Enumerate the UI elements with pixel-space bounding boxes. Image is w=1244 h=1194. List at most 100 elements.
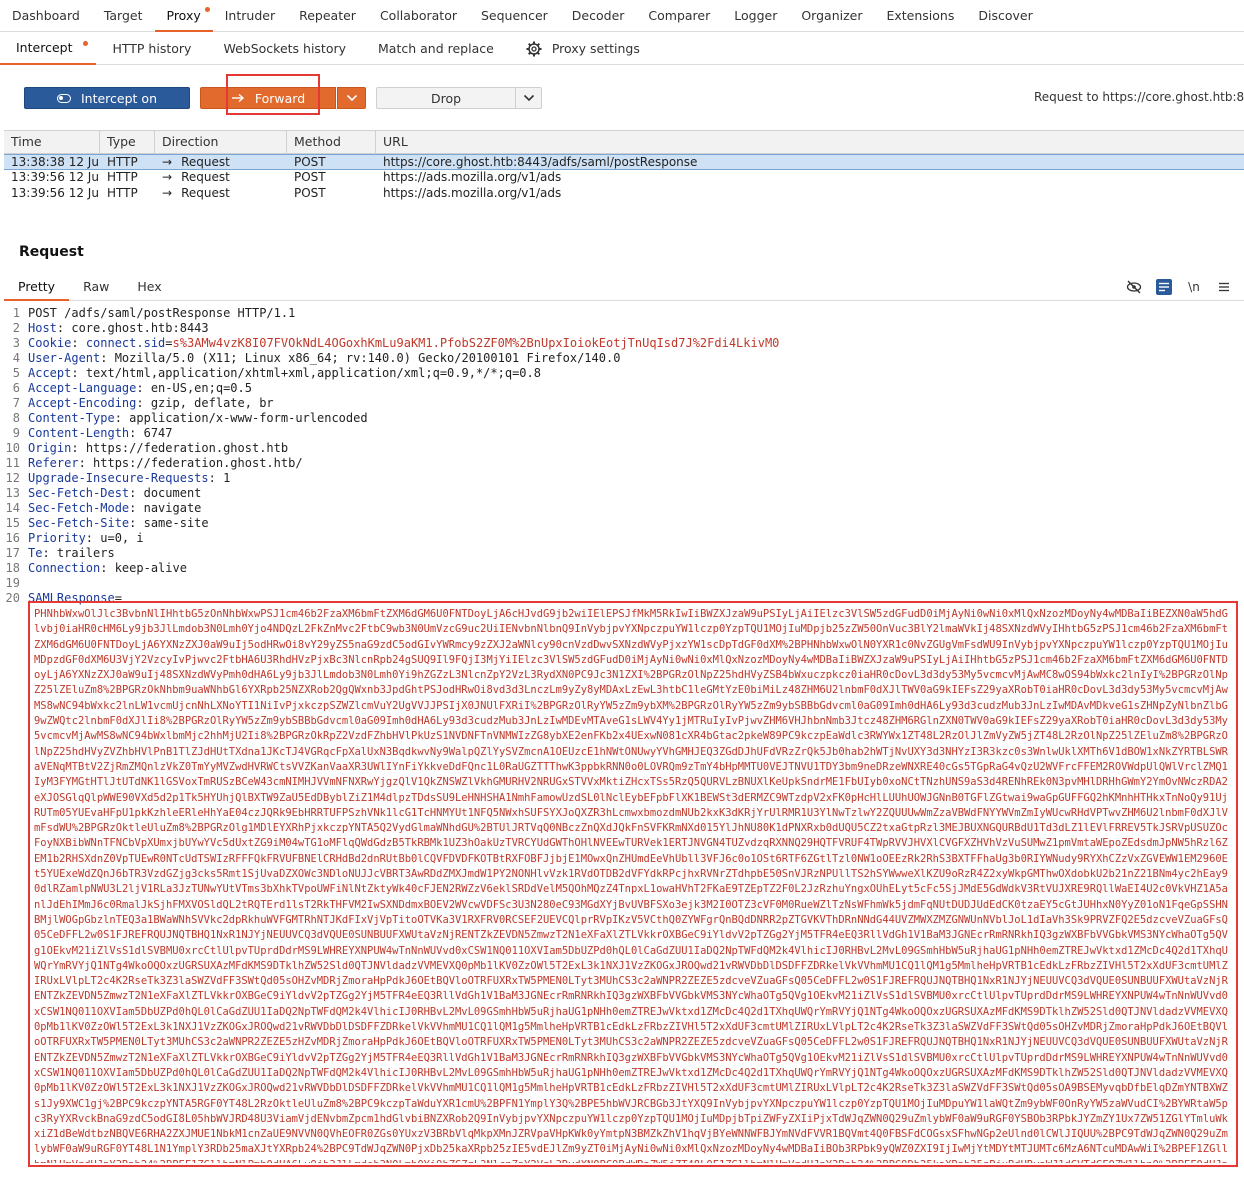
show-newlines-toggle[interactable]: \n [1186, 279, 1202, 295]
tab-discover[interactable]: Discover [966, 0, 1044, 32]
cell-url: https://ads.mozilla.org/v1/ads [383, 170, 562, 184]
tab-proxy-label: Proxy [166, 7, 201, 23]
hide-nonprintable-icon[interactable] [1126, 279, 1142, 295]
header-name: Sec-Fetch-Dest [28, 486, 130, 500]
request-line: POST /adfs/saml/postResponse HTTP/1.1 [28, 306, 296, 320]
tab-proxy[interactable]: Proxy [154, 0, 213, 32]
tab-extensions[interactable]: Extensions [874, 0, 966, 32]
tab-target[interactable]: Target [92, 0, 155, 32]
proxy-sub-tab-bar: Intercept HTTP history WebSockets histor… [0, 33, 1244, 65]
subtab-intercept-activity-dot [83, 40, 89, 46]
line-number: 5 [12, 366, 20, 380]
line-number: 7 [12, 396, 20, 410]
header-line: Upgrade-Insecure-Requests: 1 [28, 471, 231, 485]
cell-direction-label: Request [181, 170, 230, 184]
subtab-match-and-replace[interactable]: Match and replace [362, 33, 510, 65]
column-header-time[interactable]: Time [4, 131, 100, 154]
tab-raw[interactable]: Raw [69, 274, 123, 301]
header-value: en-US,en;q=0.5 [150, 381, 252, 395]
editor-line: 17 Te: trailers [4, 546, 1244, 561]
line-number: 12 [5, 471, 20, 485]
header-line: Origin: https://federation.ghost.htb [28, 441, 289, 455]
tab-organizer[interactable]: Organizer [789, 0, 874, 32]
forward-label: Forward [254, 90, 306, 106]
menu-icon[interactable] [1216, 279, 1232, 295]
cell-type: HTTP [107, 186, 138, 200]
editor-line: 6 Accept-Language: en-US,en;q=0.5 [4, 381, 1244, 396]
header-line: Connection: keep-alive [28, 561, 187, 575]
line-number: 11 [5, 456, 20, 470]
cell-method: POST [294, 186, 326, 200]
header-value: same-site [143, 516, 209, 530]
top-tab-bar: Dashboard Target Proxy Intruder Repeater… [0, 0, 1244, 32]
header-line: Accept: text/html,application/xhtml+xml,… [28, 366, 541, 380]
header-name: Te [28, 546, 43, 560]
header-line: Content-Type: application/x-www-form-url… [28, 411, 368, 425]
column-header-direction[interactable]: Direction [155, 131, 287, 154]
word-wrap-toggle[interactable] [1156, 279, 1172, 295]
line-number: 16 [5, 531, 20, 545]
cell-direction: → Request [155, 170, 287, 186]
tab-logger[interactable]: Logger [722, 0, 789, 32]
wrap-lines-icon [1159, 282, 1169, 292]
tab-comparer[interactable]: Comparer [636, 0, 722, 32]
table-row[interactable]: 13:39:56 12 Ju... HTTP → Request POST htt… [4, 170, 1244, 186]
drop-label: Drop [430, 90, 462, 106]
saml-response-highlight-box: PHNhbWxwOlJlc3BvbnNlIHhtbG5zOnNhbWxwPSJ1… [28, 601, 1238, 1167]
header-line: Priority: u=0, i [28, 531, 144, 545]
tab-collaborator[interactable]: Collaborator [368, 0, 469, 32]
line-number: 8 [12, 411, 20, 425]
forward-options-dropdown[interactable] [337, 87, 366, 109]
header-value: navigate [143, 501, 202, 515]
table-row[interactable]: 13:38:38 12 Ju... HTTP → Request POST htt… [4, 154, 1244, 170]
intercept-toggle-button[interactable]: Intercept on [24, 87, 190, 109]
tab-repeater[interactable]: Repeater [287, 0, 368, 32]
subtab-proxy-settings[interactable]: Proxy settings [510, 33, 656, 65]
line-number: 19 [5, 576, 20, 590]
column-header-url[interactable]: URL [376, 131, 1244, 154]
header-name: Content-Type [28, 411, 115, 425]
intercept-toolbar: Intercept on Forward Drop Request to htt… [0, 66, 1244, 130]
cookie-value: s%3AMw4vzK8I07FVOkNdL4OGoxhKmLu9aKM1.Pfo… [172, 336, 780, 350]
tab-intruder[interactable]: Intruder [213, 0, 287, 32]
header-value: core.ghost.htb:8443 [71, 321, 209, 335]
subtab-websockets-history[interactable]: WebSockets history [207, 33, 362, 65]
editor-line: 3 Cookie: connect.sid=s%3AMw4vzK8I07FVOkN… [4, 336, 1244, 351]
subtab-intercept[interactable]: Intercept [0, 33, 97, 65]
request-editor[interactable]: 1 POST /adfs/saml/postResponse HTTP/1.1 2… [4, 306, 1244, 1194]
tab-pretty[interactable]: Pretty [4, 274, 70, 301]
hamburger-icon [1219, 282, 1229, 292]
tab-dashboard[interactable]: Dashboard [0, 0, 92, 32]
intercept-toggle-label: Intercept on [80, 90, 157, 106]
forward-button[interactable]: Forward [200, 87, 336, 109]
line-number: 13 [5, 486, 20, 500]
header-value: 1 [223, 471, 231, 485]
tab-decoder[interactable]: Decoder [560, 0, 637, 32]
header-name: Sec-Fetch-Site [28, 516, 130, 530]
subtab-http-history[interactable]: HTTP history [96, 33, 207, 65]
editor-line: 10 Origin: https://federation.ghost.htb [4, 441, 1244, 456]
header-name: Content-Length [28, 426, 130, 440]
column-header-method[interactable]: Method [287, 131, 376, 154]
tab-hex[interactable]: Hex [123, 274, 175, 301]
drop-button[interactable]: Drop [376, 87, 516, 109]
header-name: User-Agent [28, 351, 101, 365]
header-line: Content-Length: 6747 [28, 426, 173, 440]
saml-response-value[interactable]: PHNhbWxwOlJlc3BvbnNlIHhtbG5zOnNhbWxwPSJ1… [34, 607, 1232, 1163]
header-name: Upgrade-Insecure-Requests [28, 471, 209, 485]
cell-url: https://core.ghost.htb:8443/adfs/saml/po… [383, 155, 698, 169]
line-number: 20 [5, 591, 20, 605]
arrow-right-icon: → [162, 186, 173, 200]
header-value: text/html,application/xhtml+xml,applicat… [85, 366, 541, 380]
arrow-right-icon: → [162, 155, 173, 169]
line-number: 9 [12, 426, 20, 440]
table-row[interactable]: 13:39:56 12 Ju... HTTP → Request POST htt… [4, 186, 1244, 202]
tab-sequencer[interactable]: Sequencer [469, 0, 560, 32]
column-header-type[interactable]: Type [100, 131, 155, 154]
table-header: Time Type Direction Method URL [4, 131, 1244, 154]
header-value: keep-alive [114, 561, 187, 575]
editor-line: 1 POST /adfs/saml/postResponse HTTP/1.1 [4, 306, 1244, 321]
header-value: Mozilla/5.0 (X11; Linux x86_64; rv:140.0… [114, 351, 621, 365]
header-name: Origin [28, 441, 72, 455]
drop-options-dropdown[interactable] [515, 87, 542, 109]
